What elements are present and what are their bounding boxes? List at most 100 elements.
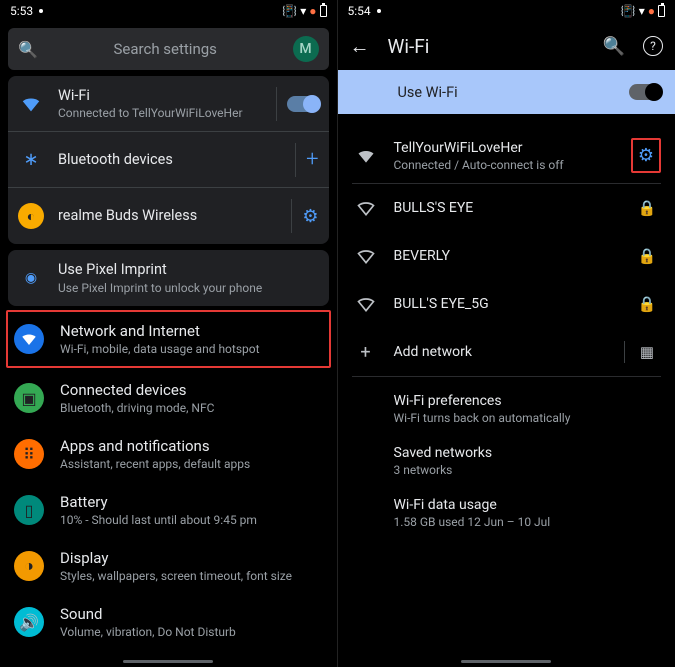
wifi-network-item[interactable]: BULLS'S EYE 🔒 xyxy=(338,184,675,232)
use-wifi-toggle-row[interactable]: Use Wi-Fi xyxy=(338,70,675,114)
gear-icon: ⚙ xyxy=(638,145,654,166)
pref-sub: 3 networks xyxy=(394,463,662,477)
pref-title: Wi-Fi data usage xyxy=(394,497,662,513)
connected-devices-item[interactable]: ▣ Connected devices Bluetooth, driving m… xyxy=(0,370,337,426)
wifi-network-item[interactable]: TellYourWiFiLoveHer Connected / Auto-con… xyxy=(338,128,675,183)
battery-item[interactable]: ▯ Battery 10% - Should last until about … xyxy=(0,482,337,538)
wifi-card[interactable]: Wi-Fi Connected to TellYourWiFiLoveHer xyxy=(8,76,329,132)
gear-icon: ⚙ xyxy=(302,206,318,227)
sound-icon: 🔊 xyxy=(14,607,44,637)
wifi-toggle[interactable] xyxy=(276,87,319,121)
connected-sub: Bluetooth, driving mode, NFC xyxy=(60,401,323,415)
pref-sub: 1.58 GB used 12 Jun – 10 Jul xyxy=(394,515,662,529)
search-button[interactable]: 🔍 xyxy=(603,36,625,57)
network-sub: Wi-Fi, mobile, data usage and hotspot xyxy=(60,342,315,356)
wifi-network-item[interactable]: BULL'S EYE_5G 🔒 xyxy=(338,280,675,328)
add-network-row[interactable]: + Add network ▦ xyxy=(338,328,675,376)
status-bar: 5:54 📳 ▾ ● xyxy=(338,0,675,22)
divider xyxy=(624,341,625,363)
wifi-signal-icon xyxy=(352,294,380,314)
back-button[interactable]: ← xyxy=(350,34,370,59)
settings-list: Network and Internet Wi-Fi, mobile, data… xyxy=(0,310,337,650)
pref-sub: Wi-Fi turns back on automatically xyxy=(394,411,662,425)
wifi-network-item[interactable]: BEVERLY 🔒 xyxy=(338,232,675,280)
bluetooth-card-title: Bluetooth devices xyxy=(58,151,289,168)
page-title: Wi-Fi xyxy=(388,35,575,58)
notification-dot-icon xyxy=(377,9,381,13)
settings-screen: 5:53 📳 ▾ ● 🔍 Search settings M Wi-Fi Con… xyxy=(0,0,338,667)
sound-title: Sound xyxy=(60,605,323,623)
apps-notifications-item[interactable]: ⠿ Apps and notifications Assistant, rece… xyxy=(0,426,337,482)
wifi-settings-button[interactable]: ⚙ xyxy=(631,138,661,173)
saved-networks-item[interactable]: Saved networks 3 networks xyxy=(394,435,675,487)
wifi-card-title: Wi-Fi xyxy=(58,87,270,104)
network-internet-item[interactable]: Network and Internet Wi-Fi, mobile, data… xyxy=(6,310,331,368)
wifi-data-usage-item[interactable]: Wi-Fi data usage 1.58 GB used 12 Jun – 1… xyxy=(394,487,675,539)
nav-pill[interactable] xyxy=(461,660,551,663)
plus-icon: + xyxy=(306,147,318,172)
bluetooth-card[interactable]: ∗ Bluetooth devices + xyxy=(8,132,329,188)
apps-title: Apps and notifications xyxy=(60,437,323,455)
wifi-preferences-item[interactable]: Wi-Fi preferences Wi-Fi turns back on au… xyxy=(394,383,675,435)
sound-sub: Volume, vibration, Do Not Disturb xyxy=(60,625,323,639)
wifi-name: BEVERLY xyxy=(394,248,634,264)
lock-icon: 🔒 xyxy=(633,247,661,265)
app-bar: ← Wi-Fi 🔍 ? xyxy=(338,22,675,70)
wifi-name: BULLS'S EYE xyxy=(394,200,634,216)
search-placeholder: Search settings xyxy=(48,40,283,58)
nav-pill[interactable] xyxy=(123,660,213,663)
battery-icon xyxy=(658,5,665,17)
fingerprint-icon: ◉ xyxy=(18,265,44,291)
connected-title: Connected devices xyxy=(60,381,323,399)
battery-icon: ▯ xyxy=(14,495,44,525)
status-time: 5:54 xyxy=(348,4,371,18)
battery-sub: 10% - Should last until about 9:45 pm xyxy=(60,513,323,527)
imprint-card-container: ◉ Use Pixel Imprint Use Pixel Imprint to… xyxy=(8,250,329,306)
realme-buds-card[interactable]: ◐ realme Buds Wireless ⚙ xyxy=(8,188,329,244)
wifi-status-icon: ▾ xyxy=(639,5,645,17)
lock-icon: 🔒 xyxy=(633,295,661,313)
recording-icon: ● xyxy=(648,5,655,17)
wifi-icon xyxy=(18,91,44,117)
notification-dot-icon xyxy=(39,9,43,13)
pref-title: Wi-Fi preferences xyxy=(394,393,662,409)
wifi-sub: Connected / Auto-connect is off xyxy=(394,158,631,172)
pref-title: Saved networks xyxy=(394,445,662,461)
realme-buds-title: realme Buds Wireless xyxy=(58,207,285,224)
wifi-screen: 5:54 📳 ▾ ● ← Wi-Fi 🔍 ? Use Wi-Fi TellYou… xyxy=(338,0,675,667)
imprint-sub: Use Pixel Imprint to unlock your phone xyxy=(58,281,319,295)
wifi-prefs-section: Wi-Fi preferences Wi-Fi turns back on au… xyxy=(338,377,675,539)
devices-icon: ▣ xyxy=(14,383,44,413)
profile-avatar[interactable]: M xyxy=(293,36,319,62)
battery-icon xyxy=(320,5,327,17)
realme-buds-settings-button[interactable]: ⚙ xyxy=(291,199,318,233)
help-button[interactable]: ? xyxy=(643,36,663,56)
display-icon: ◑ xyxy=(14,551,44,581)
status-bar: 5:53 📳 ▾ ● xyxy=(0,0,337,22)
pixel-imprint-card[interactable]: ◉ Use Pixel Imprint Use Pixel Imprint to… xyxy=(8,250,329,306)
vibrate-icon: 📳 xyxy=(282,5,297,17)
sound-item[interactable]: 🔊 Sound Volume, vibration, Do Not Distur… xyxy=(0,594,337,650)
wifi-card-sub: Connected to TellYourWiFiLoveHer xyxy=(58,106,270,120)
use-wifi-toggle[interactable] xyxy=(629,84,661,100)
qr-scan-button[interactable]: ▦ xyxy=(633,343,661,361)
earbuds-icon: ◐ xyxy=(18,203,44,229)
vibrate-icon: 📳 xyxy=(621,5,636,17)
network-title: Network and Internet xyxy=(60,322,315,340)
use-wifi-label: Use Wi-Fi xyxy=(398,84,630,101)
recording-icon: ● xyxy=(309,5,316,17)
battery-title: Battery xyxy=(60,493,323,511)
wifi-signal-icon xyxy=(352,146,380,166)
display-sub: Styles, wallpapers, screen timeout, font… xyxy=(60,569,323,583)
search-icon: 🔍 xyxy=(18,40,38,59)
bluetooth-add-button[interactable]: + xyxy=(295,143,318,177)
wifi-network-list: TellYourWiFiLoveHer Connected / Auto-con… xyxy=(338,114,675,377)
wifi-signal-icon xyxy=(352,198,380,218)
search-settings-bar[interactable]: 🔍 Search settings M xyxy=(8,28,329,70)
wifi-icon xyxy=(14,324,44,354)
display-title: Display xyxy=(60,549,323,567)
plus-icon: + xyxy=(352,342,380,363)
wifi-status-icon: ▾ xyxy=(300,5,306,17)
display-item[interactable]: ◑ Display Styles, wallpapers, screen tim… xyxy=(0,538,337,594)
bluetooth-icon: ∗ xyxy=(18,147,44,173)
